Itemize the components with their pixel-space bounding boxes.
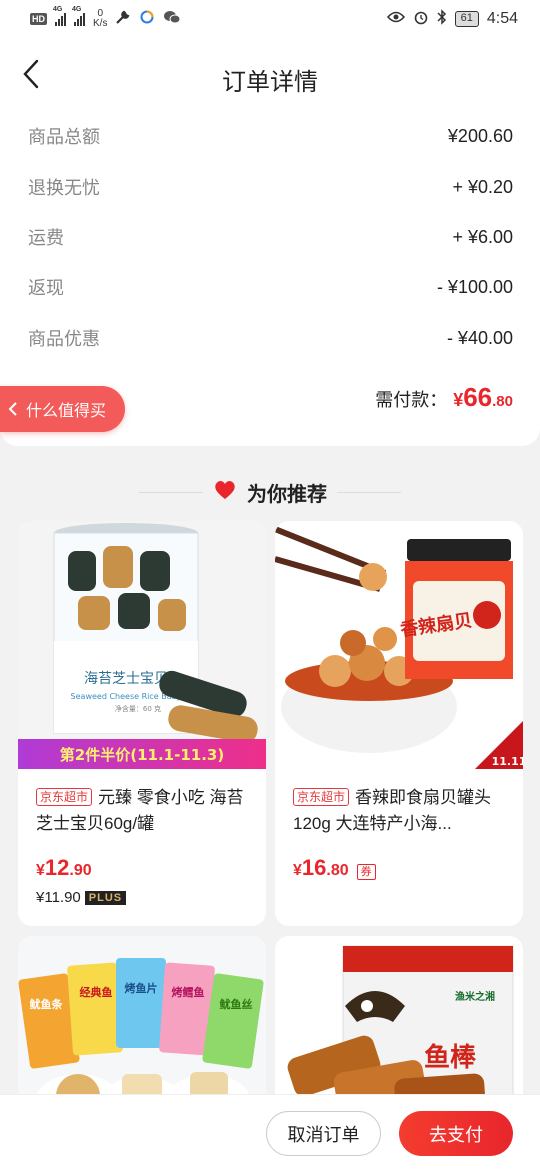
fee-label: 商品总额 [28, 127, 100, 147]
divider [139, 491, 203, 493]
order-summary-card: 订单详情 商品总额 ¥200.60 退换无忧 + ¥0.20 运费 + ¥6.0… [0, 38, 540, 446]
plus-badge: PLUS [84, 890, 127, 905]
header: 订单详情 [0, 38, 540, 114]
bottom-action-bar: 取消订单 去支付 [0, 1094, 540, 1170]
status-bar: HD 4G 4G 0 K/s 61 4:54 [0, 0, 540, 38]
heart-icon [213, 479, 237, 506]
amount-due: 需付款： ¥66.80 [375, 382, 513, 413]
product-name: 京东超市 香辣即食扇贝罐头 120g 大连特产小海... [293, 788, 492, 833]
jd-supermarket-tag: 京东超市 [293, 788, 350, 806]
cancel-order-button[interactable]: 取消订单 [266, 1111, 381, 1156]
hd-badge: HD [30, 13, 47, 25]
fee-row-discount: 商品优惠 - ¥40.00 [28, 323, 513, 353]
fee-label: 退换无忧 [28, 178, 100, 198]
fee-row-shipping: 运费 + ¥6.00 [28, 222, 513, 252]
fee-row-return-insurance: 退换无忧 + ¥0.20 [28, 172, 513, 202]
pack-label: 烤鱼片 [125, 981, 158, 995]
coupon-badge: 券 [356, 864, 376, 880]
fee-label: 运费 [28, 228, 64, 248]
sync-icon [139, 9, 155, 29]
box-label: 鱼棒 [424, 1043, 477, 1073]
jd-supermarket-tag: 京东超市 [36, 788, 93, 806]
fee-label: 返现 [28, 278, 64, 298]
wechat-icon [163, 9, 181, 29]
fee-value: - ¥40.00 [446, 327, 513, 348]
fee-value: + ¥0.20 [452, 176, 513, 197]
worth-buying-button[interactable]: 什么值得买 [0, 386, 125, 432]
alarm-icon [413, 9, 429, 30]
pack-label: 经典鱼 [80, 985, 113, 999]
fee-value: - ¥100.00 [436, 276, 513, 297]
amount-due-label: 需付款： [375, 390, 448, 410]
clock-time: 4:54 [486, 10, 518, 27]
jar-label-cn: 海苔芝士宝贝 [84, 670, 168, 687]
product-image: 海苔芝士宝贝 Seaweed Cheese Rice Baby 净含量：60 克… [18, 521, 266, 769]
product-price: ¥16.80 券 [293, 855, 509, 881]
box-brand: 渔米之湘 [455, 990, 495, 1003]
wrench-icon [115, 9, 131, 29]
network-speed: 0 K/s [93, 8, 108, 29]
pay-now-button[interactable]: 去支付 [399, 1111, 513, 1156]
bluetooth-icon [437, 8, 447, 30]
chevron-left-icon [8, 402, 17, 416]
double-eleven-badge: 11.11 [492, 755, 523, 768]
product-price: ¥12.90 [36, 855, 92, 880]
fee-value: + ¥6.00 [452, 226, 513, 247]
product-name: 京东超市 元臻 零食小吃 海苔芝士宝贝60g/罐 [36, 788, 244, 833]
jar-net-weight: 净含量：60 克 [115, 704, 161, 713]
promo-banner: 第2件半价(11.1-11.3) [60, 746, 224, 764]
page-title: 订单详情 [222, 69, 318, 96]
worth-buying-label: 什么值得买 [26, 403, 107, 420]
fee-label: 商品优惠 [28, 329, 100, 349]
signal-icon: 4G [72, 6, 85, 26]
plus-price: ¥11.90 PLUS [36, 889, 252, 906]
pack-label: 鱿鱼条 [30, 997, 64, 1011]
pack-label: 烤鳕鱼 [172, 985, 205, 999]
battery-icon: 61 [454, 11, 479, 27]
recommend-title: 为你推荐 [247, 483, 327, 506]
amount-due-value: ¥66.80 [453, 382, 513, 412]
signal-icon: 4G [53, 6, 66, 26]
product-card[interactable]: 香辣扇贝 11.11 京东超市 香辣即食扇贝罐头 120g 大连特产小海... ¥… [275, 521, 523, 926]
divider [337, 491, 401, 493]
product-card[interactable]: 海苔芝士宝贝 Seaweed Cheese Rice Baby 净含量：60 克… [18, 521, 266, 926]
pack-label: 鱿鱼丝 [220, 997, 253, 1011]
eye-icon [386, 10, 405, 29]
recommend-header: 为你推荐 [0, 474, 540, 510]
fee-value: ¥200.60 [447, 125, 513, 146]
product-image: 香辣扇贝 11.11 [275, 521, 523, 769]
fee-row-cashback: 返现 - ¥100.00 [28, 272, 513, 302]
fee-row-subtotal: 商品总额 ¥200.60 [28, 121, 513, 151]
